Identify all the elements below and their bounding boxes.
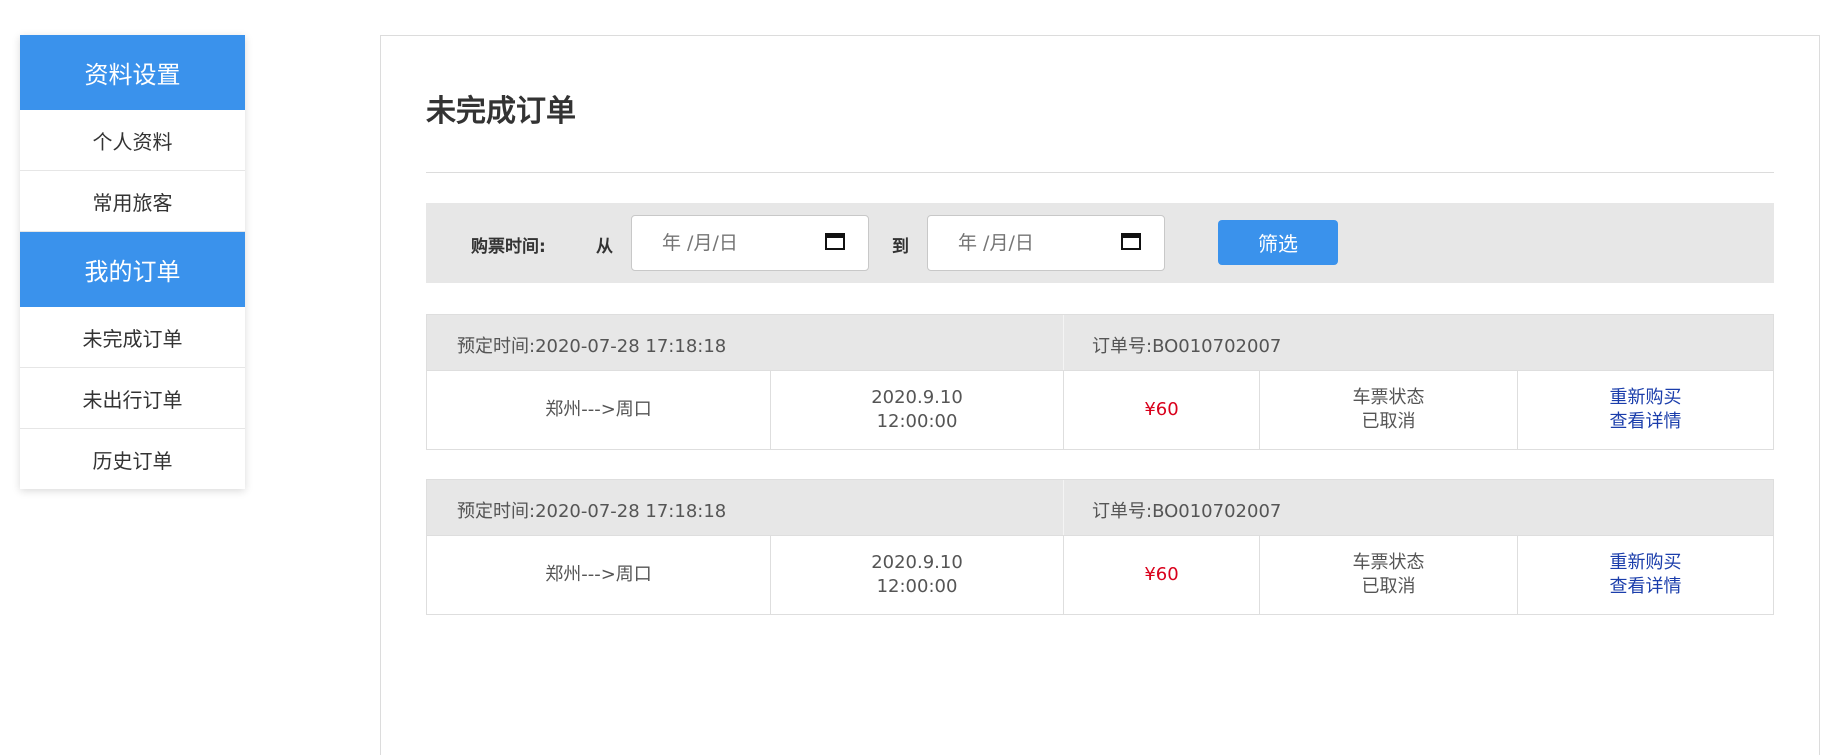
end-date-input[interactable] — [927, 215, 1165, 271]
ticket-price: ¥60 — [1064, 536, 1260, 614]
sidebar-item-incomplete-orders[interactable]: 未完成订单 — [20, 307, 245, 368]
ticket-status-value: 已取消 — [1361, 576, 1416, 597]
from-label: 从 — [596, 237, 613, 257]
sidebar-item-frequent-passengers[interactable]: 常用旅客 — [20, 171, 245, 232]
order-number: 订单号:BO010702007 — [1092, 336, 1282, 357]
rebuy-link[interactable]: 重新购买 — [1610, 551, 1682, 575]
main-panel: 未完成订单 购票时间: 从 到 筛选 预定时间:2020-07-28 17:18… — [380, 35, 1820, 755]
view-details-link[interactable]: 查看详情 — [1610, 410, 1682, 434]
ticket-status: 车票状态 已取消 — [1260, 536, 1518, 614]
departure-datetime: 2020.9.10 12:00:00 — [771, 536, 1064, 614]
to-label: 到 — [892, 237, 909, 257]
sidebar-item-untraveled-orders[interactable]: 未出行订单 — [20, 368, 245, 429]
departure-datetime: 2020.9.10 12:00:00 — [771, 371, 1064, 449]
ticket-status-label: 车票状态 — [1352, 387, 1425, 408]
header-divider — [1063, 315, 1064, 370]
sidebar-item-order-history[interactable]: 历史订单 — [20, 429, 245, 489]
order-actions: 重新购买 查看详情 — [1518, 371, 1773, 449]
departure-time: 12:00:00 — [876, 411, 958, 432]
order-row: 郑州--->周口 2020.9.10 12:00:00 ¥60 车票状态 已取消… — [427, 370, 1773, 449]
title-divider — [426, 172, 1774, 173]
ticket-status: 车票状态 已取消 — [1260, 371, 1518, 449]
departure-date: 2020.9.10 — [871, 387, 963, 408]
route: 郑州--->周口 — [427, 371, 771, 449]
route: 郑州--->周口 — [427, 536, 771, 614]
view-details-link[interactable]: 查看详情 — [1610, 575, 1682, 599]
booked-time: 预定时间:2020-07-28 17:18:18 — [457, 336, 727, 357]
order-card: 预定时间:2020-07-28 17:18:18 订单号:BO010702007… — [426, 314, 1774, 450]
date-filter-bar: 购票时间: 从 到 筛选 — [426, 203, 1774, 283]
filter-button[interactable]: 筛选 — [1218, 220, 1338, 265]
order-card: 预定时间:2020-07-28 17:18:18 订单号:BO010702007… — [426, 479, 1774, 615]
booked-time: 预定时间:2020-07-28 17:18:18 — [457, 501, 727, 522]
sidebar-heading-my-orders: 我的订单 — [20, 232, 245, 307]
ticket-status-value: 已取消 — [1361, 411, 1416, 432]
sidebar: 资料设置 个人资料 常用旅客 我的订单 未完成订单 未出行订单 历史订单 — [20, 35, 245, 489]
order-header: 预定时间:2020-07-28 17:18:18 订单号:BO010702007 — [427, 315, 1773, 370]
header-divider — [1063, 480, 1064, 535]
purchase-time-label: 购票时间: — [471, 237, 546, 257]
order-number: 订单号:BO010702007 — [1092, 501, 1282, 522]
sidebar-heading-profile-settings: 资料设置 — [20, 35, 245, 110]
order-header: 预定时间:2020-07-28 17:18:18 订单号:BO010702007 — [427, 480, 1773, 535]
page-title: 未完成订单 — [426, 94, 576, 129]
sidebar-item-personal-info[interactable]: 个人资料 — [20, 110, 245, 171]
rebuy-link[interactable]: 重新购买 — [1610, 386, 1682, 410]
departure-time: 12:00:00 — [876, 576, 958, 597]
departure-date: 2020.9.10 — [871, 552, 963, 573]
order-actions: 重新购买 查看详情 — [1518, 536, 1773, 614]
ticket-status-label: 车票状态 — [1352, 552, 1425, 573]
ticket-price: ¥60 — [1064, 371, 1260, 449]
start-date-input[interactable] — [631, 215, 869, 271]
order-row: 郑州--->周口 2020.9.10 12:00:00 ¥60 车票状态 已取消… — [427, 535, 1773, 614]
